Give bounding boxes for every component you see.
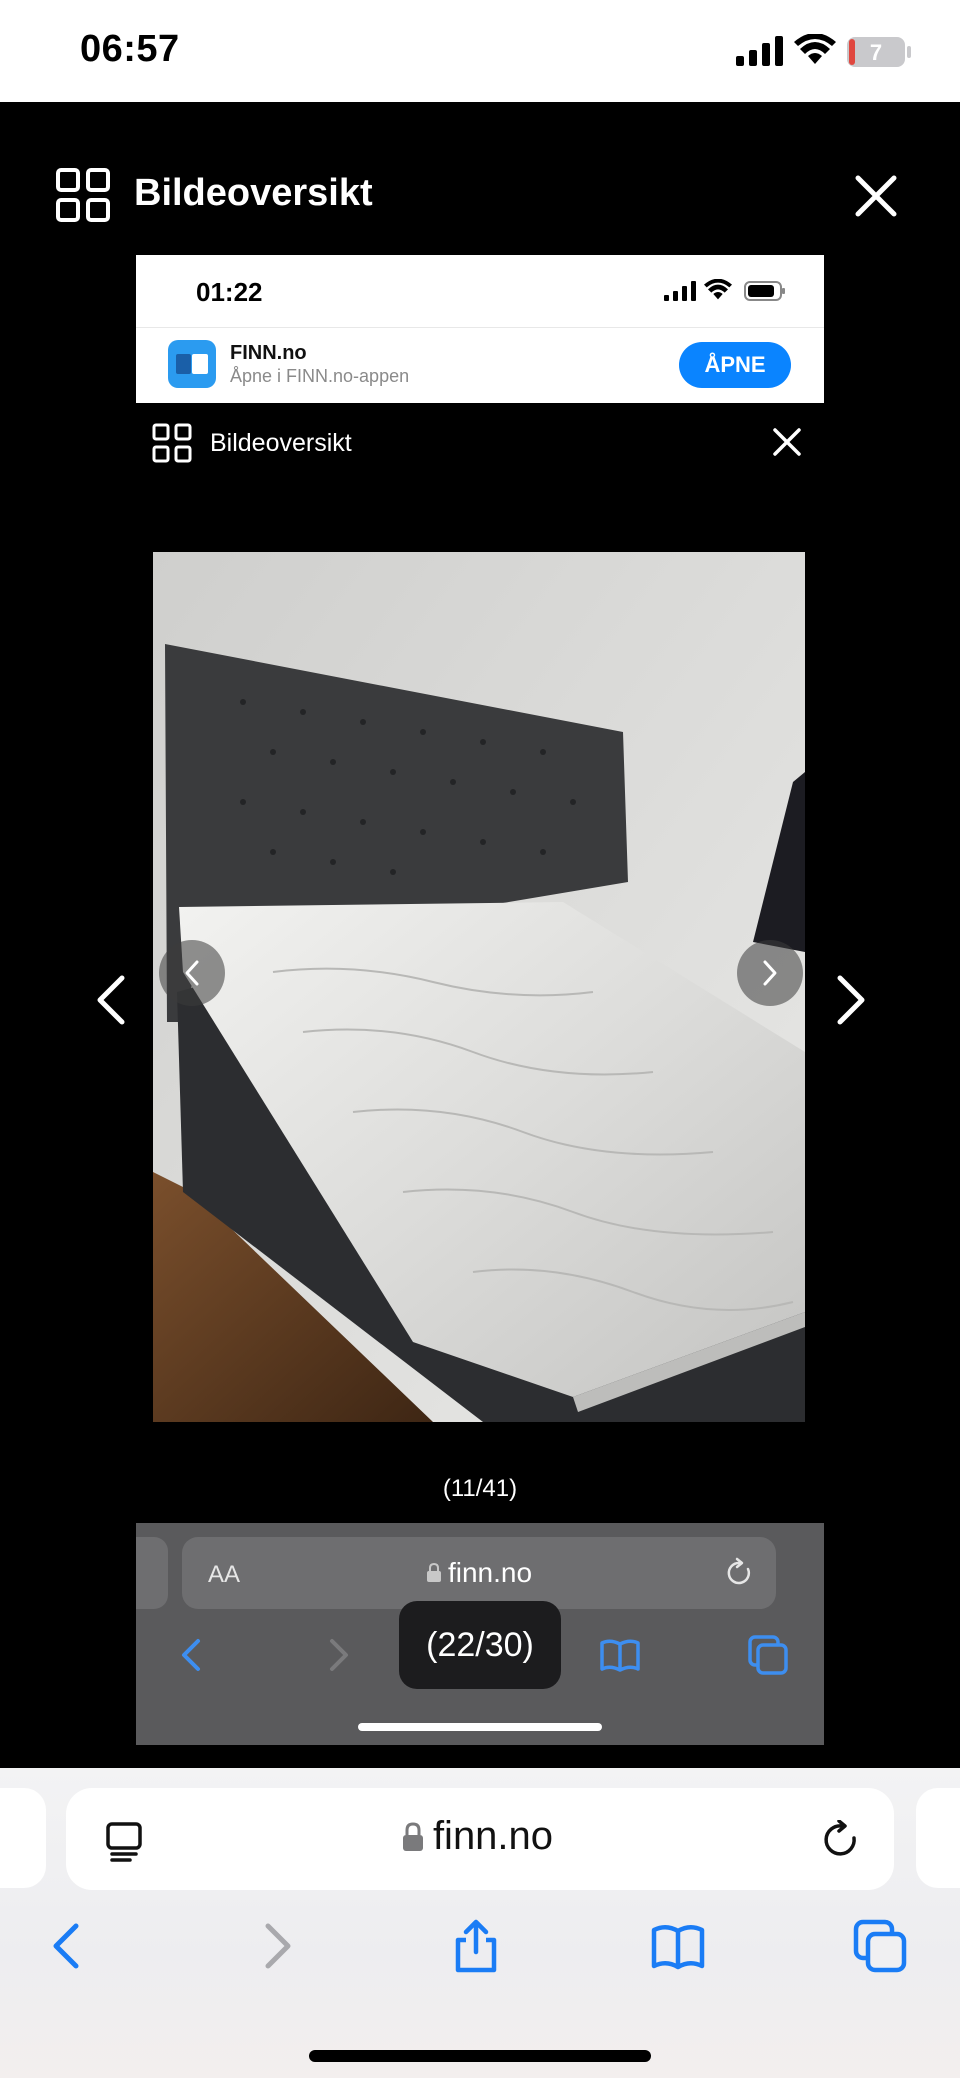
viewer-title: Bildeoversikt	[134, 172, 373, 214]
chevron-left-icon[interactable]	[92, 972, 132, 1028]
address-bar[interactable]: finn.no	[66, 1788, 894, 1890]
nested-image-counter: (11/41)	[442, 1475, 518, 1502]
nested-url: finn.no	[182, 1557, 776, 1589]
battery-icon: 7	[846, 36, 912, 68]
nested-prev-image-button[interactable]	[159, 940, 225, 1006]
bookmarks-icon[interactable]	[650, 1918, 706, 1974]
safari-toolbar: finn.no	[0, 1768, 960, 2078]
back-icon[interactable]	[40, 1918, 96, 1974]
nested-home-indicator	[358, 1723, 602, 1731]
cellular-signal-icon	[664, 281, 696, 301]
viewer-header: Bildeoversikt	[0, 160, 960, 234]
bed-photo-illustration	[153, 552, 805, 1422]
reload-icon[interactable]	[822, 1820, 862, 1862]
listing-photo	[153, 552, 805, 1422]
nested-viewer-header: Bildeoversikt	[136, 415, 824, 475]
wifi-icon	[794, 34, 836, 64]
screenshot-counter: (22/30)	[399, 1601, 561, 1689]
open-app-button[interactable]: ÅPNE	[679, 342, 791, 388]
forward-icon[interactable]	[316, 1633, 360, 1677]
battery-icon	[744, 281, 785, 301]
status-bar: 06:57 7	[0, 0, 960, 102]
url-text: finn.no	[432, 1814, 554, 1858]
forward-icon[interactable]	[248, 1918, 304, 1974]
nested-status-bar: 01:22	[136, 255, 824, 327]
back-icon[interactable]	[170, 1633, 214, 1677]
next-tab[interactable]	[916, 1788, 960, 1888]
screen: 06:57 7 Bildeoversikt 01:22 FINN.no Åpne…	[0, 0, 960, 2078]
grid-icon[interactable]	[56, 168, 110, 222]
close-icon[interactable]	[852, 172, 900, 220]
nested-next-image-button[interactable]	[737, 940, 803, 1006]
lock-icon	[426, 1562, 441, 1582]
share-icon[interactable]	[448, 1918, 504, 1974]
nested-address-bar[interactable]: AA finn.no	[182, 1537, 776, 1609]
cellular-signal-icon	[736, 36, 783, 66]
close-icon[interactable]	[772, 427, 802, 457]
app-banner-name: FINN.no	[230, 342, 307, 364]
tabs-icon[interactable]	[746, 1633, 790, 1677]
nested-screenshot: 01:22 FINN.no Åpne i FINN.no-appen ÅPNE …	[136, 255, 824, 1745]
battery-level: 7	[870, 40, 882, 65]
nested-viewer-title: Bildeoversikt	[210, 429, 352, 457]
nested-url-text: finn.no	[447, 1557, 533, 1588]
nested-safari-toolbar: AA finn.no (22/30)	[136, 1523, 824, 1745]
finn-app-icon	[168, 340, 216, 388]
status-time: 06:57	[80, 28, 180, 70]
reload-icon[interactable]	[724, 1557, 754, 1589]
nested-previous-tab[interactable]	[136, 1537, 168, 1609]
app-banner-subtitle: Åpne i FINN.no-appen	[230, 366, 410, 386]
bookmarks-icon[interactable]	[598, 1633, 642, 1677]
wifi-icon	[704, 279, 732, 300]
chevron-right-icon[interactable]	[830, 972, 870, 1028]
home-indicator	[309, 2050, 651, 2062]
nested-status-time: 01:22	[196, 277, 263, 307]
tabs-icon[interactable]	[852, 1918, 908, 1974]
grid-icon[interactable]	[152, 423, 192, 463]
previous-tab[interactable]	[0, 1788, 46, 1888]
app-banner: FINN.no Åpne i FINN.no-appen ÅPNE	[136, 327, 824, 403]
